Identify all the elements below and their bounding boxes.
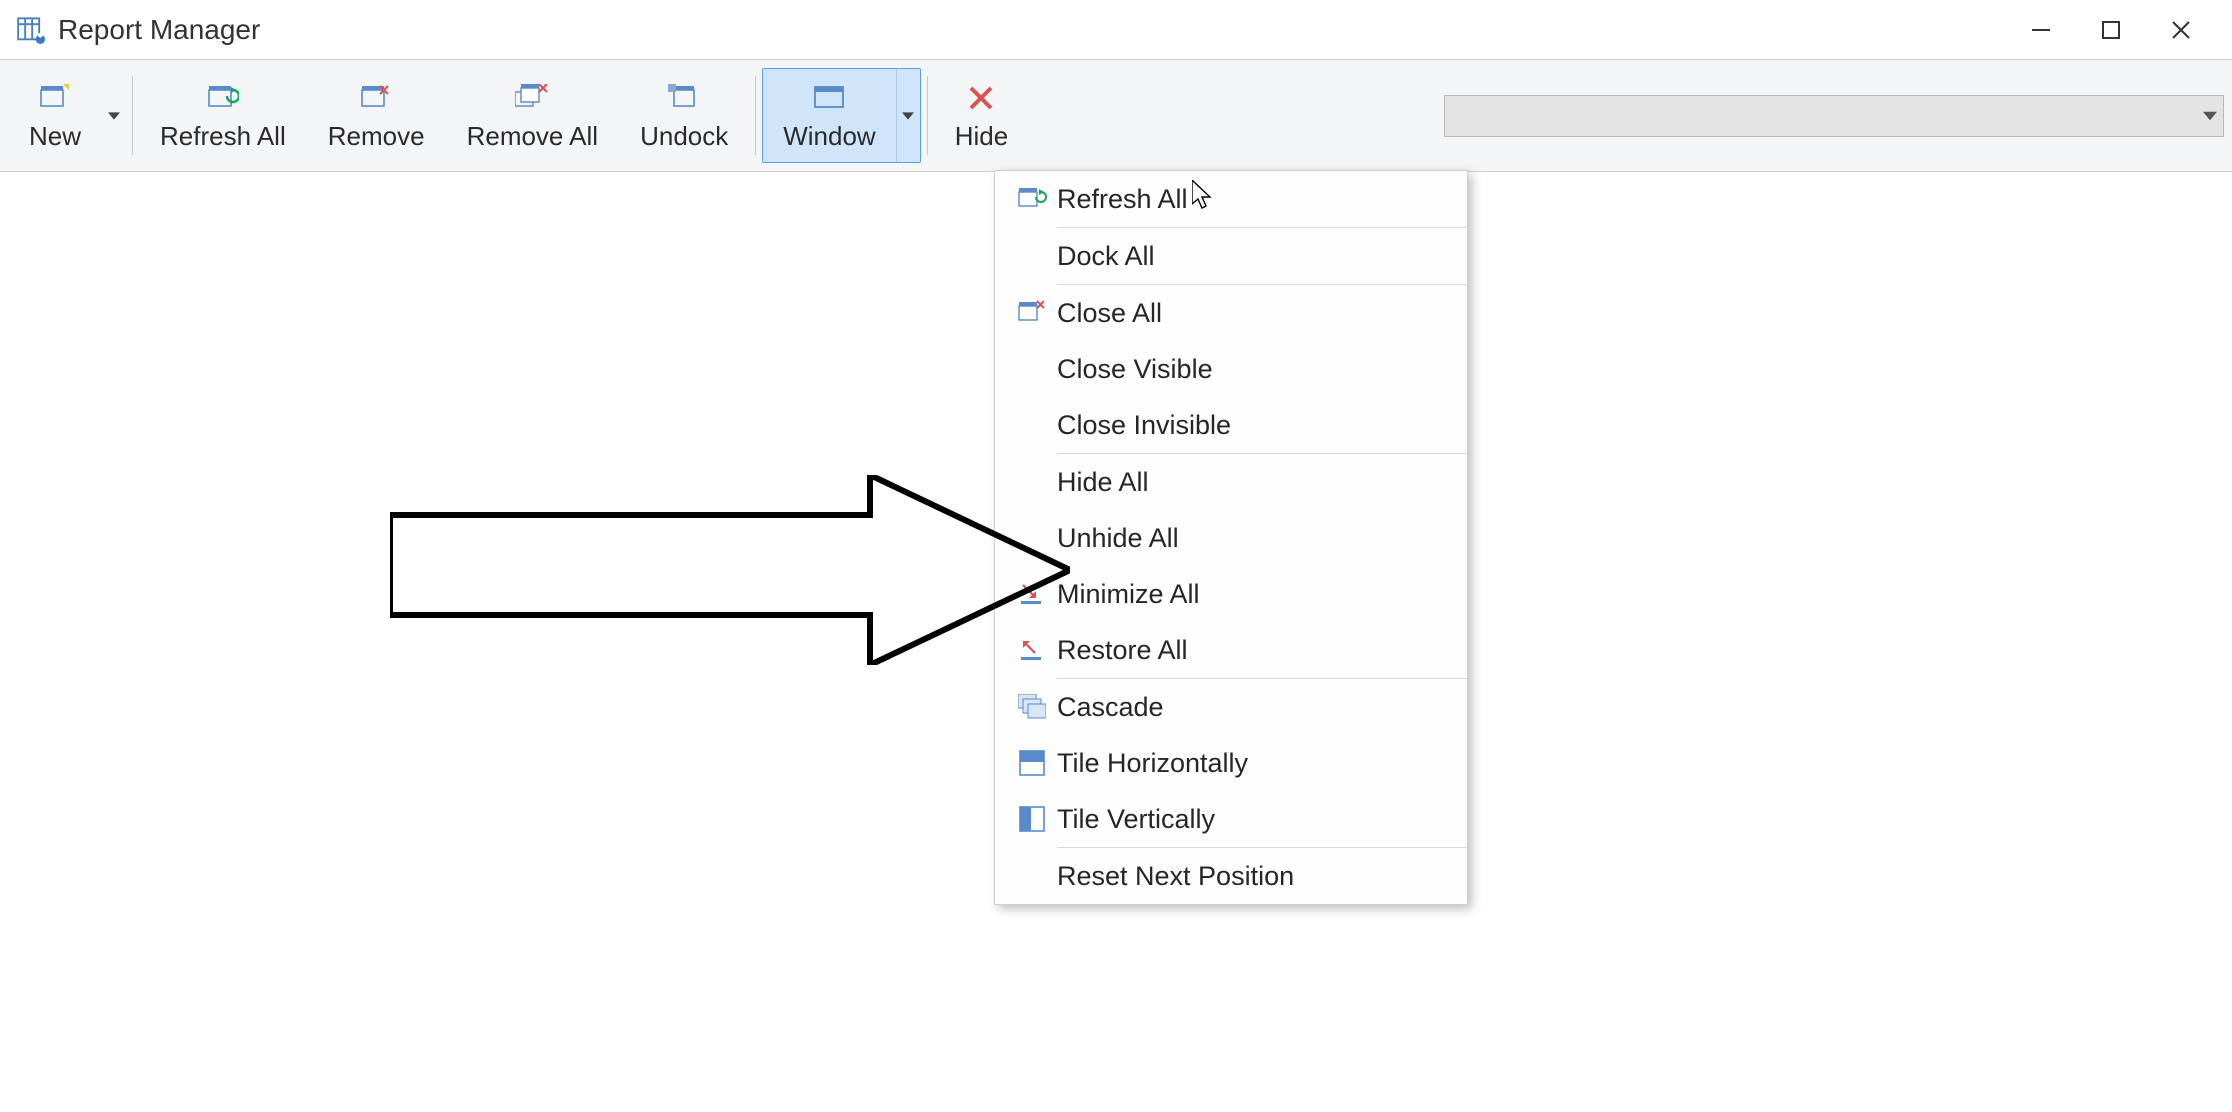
refresh-all-icon: [1007, 183, 1057, 215]
menu-label: Tile Horizontally: [1057, 748, 1248, 779]
menu-dock-all[interactable]: Dock All: [995, 228, 1467, 284]
remove-all-label: Remove All: [467, 121, 599, 152]
menu-cascade[interactable]: Cascade: [995, 679, 1467, 735]
menu-restore-all[interactable]: Restore All: [995, 622, 1467, 678]
filter-dropdown[interactable]: [1444, 95, 2224, 137]
undock-icon: [668, 79, 700, 117]
close-all-icon: [1007, 297, 1057, 329]
menu-label: Minimize All: [1057, 579, 1200, 610]
menu-label: Close Invisible: [1057, 410, 1231, 441]
window-dropdown[interactable]: [896, 69, 920, 162]
menu-refresh-all[interactable]: Refresh All: [995, 171, 1467, 227]
menu-label: Dock All: [1057, 241, 1155, 272]
menu-label: Restore All: [1057, 635, 1188, 666]
toolbar-separator: [132, 76, 133, 155]
menu-label: Hide All: [1057, 467, 1149, 498]
window-button[interactable]: Window: [763, 69, 895, 162]
hide-label: Hide: [955, 121, 1008, 152]
new-button[interactable]: New: [8, 68, 102, 163]
window-menu: Refresh All Dock All Close All Close Vis…: [994, 170, 1468, 905]
refresh-all-button[interactable]: Refresh All: [139, 68, 307, 163]
menu-minimize-all[interactable]: Minimize All: [995, 566, 1467, 622]
remove-all-icon: [515, 79, 549, 117]
menu-label: Close All: [1057, 298, 1162, 329]
window-label: Window: [783, 121, 875, 152]
app-icon: [16, 15, 46, 45]
cascade-icon: [1007, 691, 1057, 723]
tile-h-icon: [1007, 747, 1057, 779]
menu-close-invisible[interactable]: Close Invisible: [995, 397, 1467, 453]
new-label: New: [29, 121, 81, 152]
hide-button[interactable]: Hide: [934, 68, 1029, 163]
remove-all-button[interactable]: Remove All: [446, 68, 620, 163]
refresh-all-label: Refresh All: [160, 121, 286, 152]
menu-hide-all[interactable]: Hide All: [995, 454, 1467, 510]
hide-icon: [968, 79, 994, 117]
titlebar: Report Manager: [0, 0, 2232, 60]
menu-tile-vertically[interactable]: Tile Vertically: [995, 791, 1467, 847]
restore-all-icon: [1007, 634, 1057, 666]
menu-label: Unhide All: [1057, 523, 1179, 554]
window-button-group: Window: [762, 68, 920, 163]
maximize-window-button[interactable]: [2076, 5, 2146, 55]
remove-label: Remove: [328, 121, 425, 152]
menu-label: Reset Next Position: [1057, 861, 1294, 892]
window-title: Report Manager: [58, 14, 260, 46]
undock-label: Undock: [640, 121, 728, 152]
menu-tile-horizontally[interactable]: Tile Horizontally: [995, 735, 1467, 791]
remove-icon: [360, 79, 392, 117]
menu-reset-next-position[interactable]: Reset Next Position: [995, 848, 1467, 904]
toolbar-separator: [755, 76, 756, 155]
minimize-window-button[interactable]: [2006, 5, 2076, 55]
new-icon: [39, 79, 71, 117]
menu-label: Tile Vertically: [1057, 804, 1215, 835]
refresh-all-icon: [207, 79, 239, 117]
menu-unhide-all[interactable]: Unhide All: [995, 510, 1467, 566]
minimize-all-icon: [1007, 578, 1057, 610]
remove-button[interactable]: Remove: [307, 68, 446, 163]
window-icon: [813, 79, 845, 117]
new-dropdown[interactable]: [102, 68, 126, 163]
tile-v-icon: [1007, 803, 1057, 835]
undock-button[interactable]: Undock: [619, 68, 749, 163]
menu-label: Refresh All: [1057, 184, 1188, 215]
menu-label: Cascade: [1057, 692, 1164, 723]
menu-label: Close Visible: [1057, 354, 1213, 385]
toolbar: New Refresh All Remove Remove All Undock: [0, 60, 2232, 172]
menu-close-all[interactable]: Close All: [995, 285, 1467, 341]
close-window-button[interactable]: [2146, 5, 2216, 55]
menu-close-visible[interactable]: Close Visible: [995, 341, 1467, 397]
toolbar-separator: [927, 76, 928, 155]
